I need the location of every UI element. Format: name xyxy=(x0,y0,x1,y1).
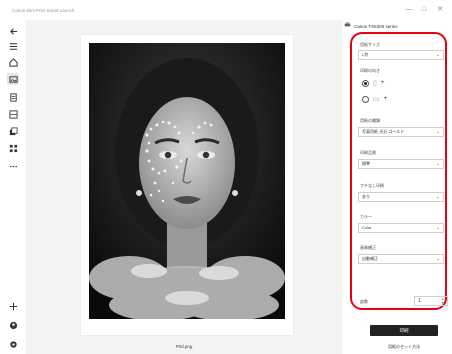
radio-selected[interactable] xyxy=(362,79,369,87)
menu-icon[interactable] xyxy=(7,40,19,52)
borderless-value: あり xyxy=(362,194,370,199)
copies-row: 部数 1 ▲ ▼ xyxy=(358,296,448,306)
correction-label: 画像補正 xyxy=(360,245,376,250)
landscape-plus: + xyxy=(383,96,388,102)
paper-size-select[interactable]: L判 ⌄ xyxy=(358,50,444,60)
stepper-arrows[interactable]: ▲ ▼ xyxy=(441,297,444,305)
preview-area: P0d.png xyxy=(26,20,342,354)
grid-icon[interactable] xyxy=(7,142,19,154)
close-button[interactable]: ✕ xyxy=(435,5,445,15)
settings-highlight-box: 用紙サイズ L判 ⌄ 印刷の向き ▯ + ▭ + 用紙の種類 写真用紙 光沢 ゴ… xyxy=(350,32,448,310)
chevron-down-icon: ⌄ xyxy=(435,256,440,262)
printer-selector[interactable]: Canon TS5300 series xyxy=(344,22,444,30)
more-icon[interactable] xyxy=(7,160,19,172)
home-icon[interactable] xyxy=(7,56,19,68)
orientation-label: 印刷の向き xyxy=(360,68,380,73)
chevron-down-icon: ⌄ xyxy=(435,194,440,200)
photo-print-icon[interactable] xyxy=(7,73,19,85)
correction-select[interactable]: 自動補正 ⌄ xyxy=(358,254,444,264)
print-quality-select[interactable]: 標準 ⌄ xyxy=(358,159,444,169)
copies-label: 部数 xyxy=(360,299,368,304)
layout-icon[interactable] xyxy=(7,108,19,120)
paper-type-select[interactable]: 写真用紙 光沢 ゴールド ⌄ xyxy=(358,127,444,137)
portrait-photo xyxy=(89,43,285,319)
paper-setup-link[interactable]: 用紙のセット方法 xyxy=(370,344,438,350)
copies-down-arrow[interactable]: ▼ xyxy=(441,301,444,305)
printer-icon xyxy=(344,22,351,30)
correction-value: 自動補正 xyxy=(362,256,378,261)
file-name: P0d.png xyxy=(175,344,193,349)
orientation-landscape-option[interactable]: ▭ + xyxy=(362,93,387,105)
chevron-down-icon: ⌄ xyxy=(435,52,440,58)
maximize-button[interactable]: □ xyxy=(419,5,429,15)
add-icon[interactable] xyxy=(7,300,19,312)
chevron-down-icon: ⌄ xyxy=(435,129,440,135)
left-nav-rail xyxy=(0,20,26,354)
landscape-icon: ▭ xyxy=(373,96,380,103)
color-value: Color xyxy=(362,225,372,230)
printer-name: Canon TS5300 series xyxy=(354,23,398,29)
paper-size-value: L判 xyxy=(362,52,369,57)
settings-gear-icon[interactable] xyxy=(7,338,19,350)
title-bar: Canon Mini Print Smart Launch — □ ✕ xyxy=(0,0,452,20)
photo-preview-frame xyxy=(81,35,293,335)
color-label: カラー xyxy=(360,214,372,219)
account-icon[interactable] xyxy=(7,319,19,331)
borderless-label: フチなし印刷 xyxy=(360,183,384,188)
print-quality-label: 印刷品質 xyxy=(360,150,376,155)
portrait-icon: ▯ xyxy=(373,80,377,87)
paper-type-value: 写真用紙 光沢 ゴールド xyxy=(362,129,405,134)
document-icon[interactable] xyxy=(7,91,19,103)
paper-size-label: 用紙サイズ xyxy=(360,42,380,47)
orientation-portrait-option[interactable]: ▯ + xyxy=(362,77,384,89)
chevron-down-icon: ⌄ xyxy=(435,161,440,167)
color-select[interactable]: Color ⌄ xyxy=(358,223,444,233)
print-settings-panel: Canon TS5300 series 用紙サイズ L判 ⌄ 印刷の向き ▯ +… xyxy=(342,20,452,354)
print-button[interactable]: 印刷 xyxy=(370,325,438,336)
print-quality-value: 標準 xyxy=(362,161,370,166)
back-arrow-icon[interactable] xyxy=(7,25,19,37)
portrait-plus: + xyxy=(380,80,385,86)
radio-unselected[interactable] xyxy=(362,95,369,103)
borderless-select[interactable]: あり ⌄ xyxy=(358,192,444,202)
minimize-button[interactable]: — xyxy=(404,5,414,15)
copies-stepper[interactable]: 1 ▲ ▼ xyxy=(414,296,448,306)
app-title: Canon Mini Print Smart Launch xyxy=(12,8,75,13)
paper-type-label: 用紙の種類 xyxy=(360,118,380,123)
copies-value: 1 xyxy=(418,298,421,304)
photos-stack-icon[interactable] xyxy=(7,125,19,137)
chevron-down-icon: ⌄ xyxy=(435,225,440,231)
